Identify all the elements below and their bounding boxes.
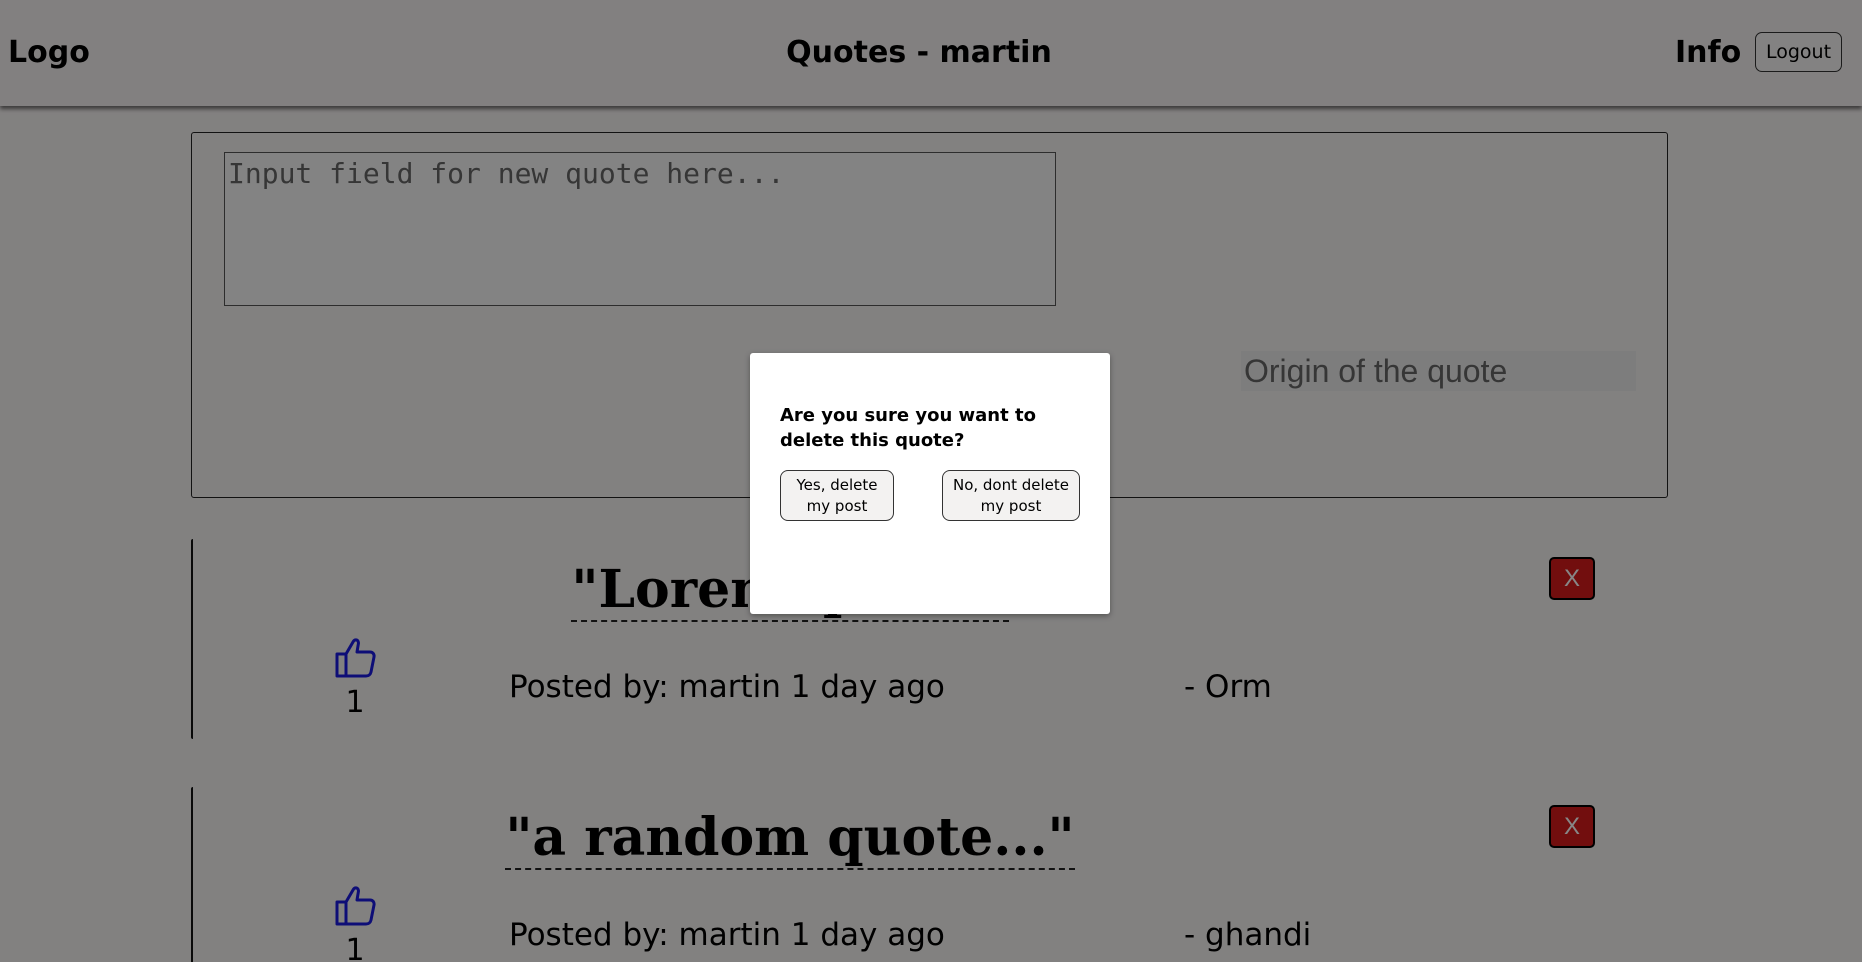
cancel-delete-button[interactable]: No, dont delete my post xyxy=(942,470,1080,521)
delete-confirm-dialog: Are you sure you want to delete this quo… xyxy=(750,353,1110,614)
confirm-delete-button[interactable]: Yes, delete my post xyxy=(780,470,894,521)
dialog-message: Are you sure you want to delete this quo… xyxy=(780,405,1036,451)
